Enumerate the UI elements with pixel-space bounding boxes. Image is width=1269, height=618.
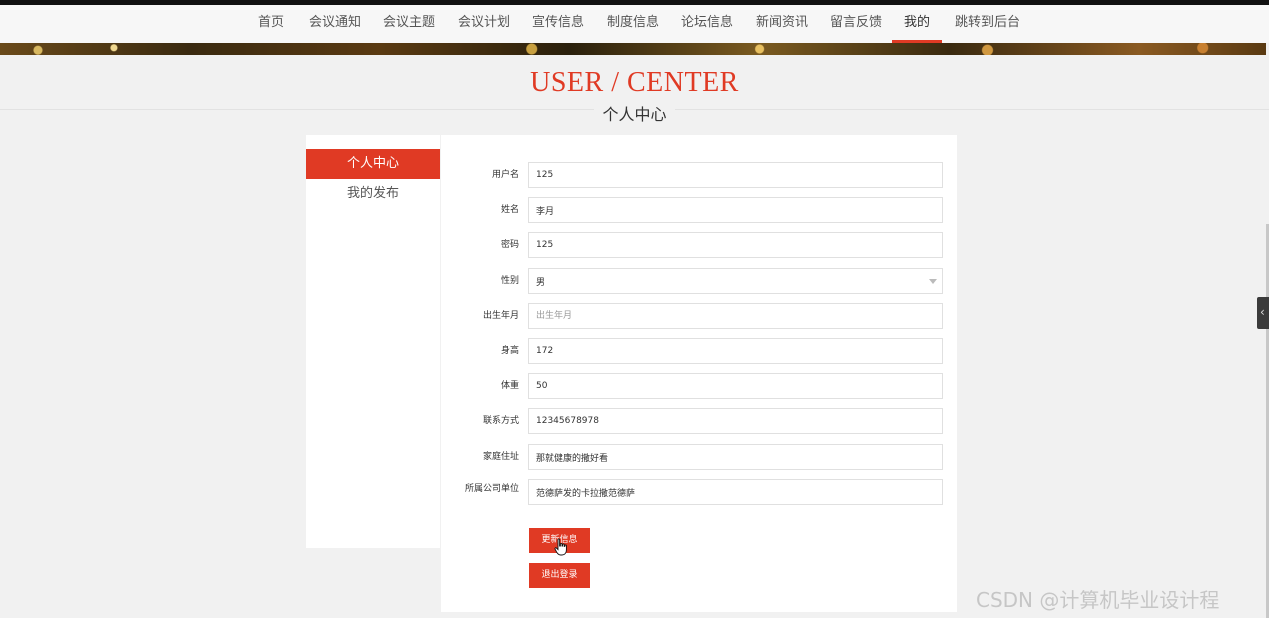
form-row-address: 家庭住址 <box>441 444 957 470</box>
sidebar-item-personal-center[interactable]: 个人中心 <box>306 149 440 179</box>
gender-select[interactable] <box>528 268 943 294</box>
hand-cursor-icon <box>554 538 567 556</box>
banner-image <box>0 43 1266 55</box>
nav-item-home[interactable]: 首页 <box>258 5 284 43</box>
phone-label: 联系方式 <box>482 416 519 426</box>
name-label: 姓名 <box>500 205 519 215</box>
sidebar: 个人中心 我的发布 <box>306 135 440 548</box>
form-row-height: 身高 <box>441 338 957 364</box>
username-label: 用户名 <box>491 170 519 180</box>
phone-input[interactable] <box>528 408 943 434</box>
username-input[interactable] <box>528 162 943 188</box>
nav-item-meeting-plan[interactable]: 会议计划 <box>458 5 510 43</box>
height-input[interactable] <box>528 338 943 364</box>
profile-form-panel: 用户名 姓名 密码 性别 出生年月 身高 体重 联系方式 家庭住址 所属公司单位… <box>441 135 957 612</box>
birth-label: 出生年月 <box>482 311 519 321</box>
address-input[interactable] <box>528 444 943 470</box>
chevron-down-icon <box>929 279 937 284</box>
page-title-section: USER / CENTER 个人中心 <box>0 55 1269 125</box>
form-row-phone: 联系方式 <box>441 408 957 434</box>
height-label: 身高 <box>500 346 519 356</box>
birth-input[interactable] <box>528 303 943 329</box>
form-row-weight: 体重 <box>441 373 957 399</box>
form-row-gender: 性别 <box>441 268 957 294</box>
password-label: 密码 <box>500 240 519 250</box>
page-title-en: USER / CENTER <box>530 67 739 98</box>
page-title-cn: 个人中心 <box>594 105 675 124</box>
form-row-username: 用户名 <box>441 162 957 188</box>
weight-label: 体重 <box>500 381 519 391</box>
watermark: CSDN @计算机毕业设计程 <box>976 588 1220 612</box>
company-label: 所属公司单位 <box>464 484 519 494</box>
nav-item-regulations[interactable]: 制度信息 <box>607 5 659 43</box>
chevron-left-icon: ‹ <box>1260 305 1265 319</box>
nav-item-feedback[interactable]: 留言反馈 <box>830 5 882 43</box>
form-row-company: 所属公司单位 <box>441 479 957 505</box>
sidebar-item-my-posts[interactable]: 我的发布 <box>306 179 440 209</box>
nav-item-admin[interactable]: 跳转到后台 <box>955 5 1020 43</box>
gender-label: 性别 <box>500 276 519 286</box>
password-input[interactable] <box>528 232 943 258</box>
nav-item-mine[interactable]: 我的 <box>892 5 942 43</box>
name-input[interactable] <box>528 197 943 223</box>
nav-item-news[interactable]: 新闻资讯 <box>756 5 808 43</box>
page-title-cn-wrap: 个人中心 <box>0 101 1269 125</box>
side-panel-toggle[interactable]: ‹ <box>1257 297 1269 329</box>
company-input[interactable] <box>528 479 943 505</box>
weight-input[interactable] <box>528 373 943 399</box>
main-nav: 首页 会议通知 会议主题 会议计划 宣传信息 制度信息 论坛信息 新闻资讯 留言… <box>0 5 1269 43</box>
address-label: 家庭住址 <box>482 452 519 462</box>
nav-item-meeting-theme[interactable]: 会议主题 <box>383 5 435 43</box>
logout-button[interactable]: 退出登录 <box>529 563 590 588</box>
nav-item-promotion[interactable]: 宣传信息 <box>532 5 584 43</box>
form-row-password: 密码 <box>441 232 957 258</box>
nav-item-forum[interactable]: 论坛信息 <box>681 5 733 43</box>
nav-items: 首页 会议通知 会议主题 会议计划 宣传信息 制度信息 论坛信息 新闻资讯 留言… <box>0 5 1269 43</box>
form-row-birth: 出生年月 <box>441 303 957 329</box>
nav-item-meeting-notice[interactable]: 会议通知 <box>309 5 361 43</box>
form-row-name: 姓名 <box>441 197 957 223</box>
